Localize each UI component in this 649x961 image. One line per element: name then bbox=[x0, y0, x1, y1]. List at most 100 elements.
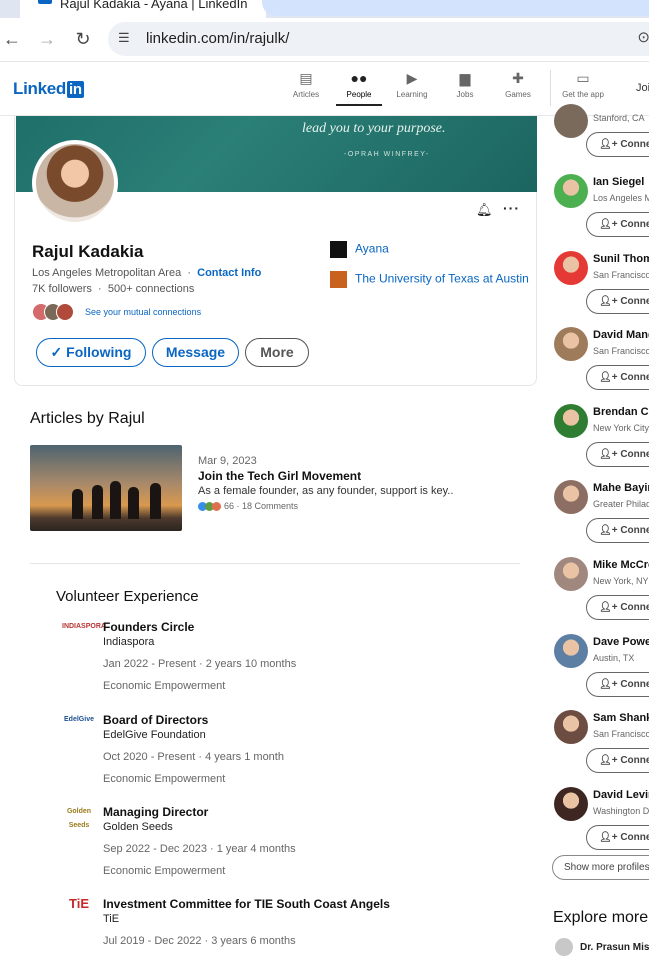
person-name[interactable]: Sunil Thoma bbox=[593, 253, 649, 265]
nav-people[interactable]: ●● People bbox=[332, 70, 386, 106]
person-location: New York, NY bbox=[593, 576, 649, 586]
avatar[interactable] bbox=[554, 327, 588, 362]
connect-label: Connect bbox=[620, 831, 649, 843]
person-name[interactable]: Brendan Ca bbox=[593, 406, 649, 418]
nav-label: Get the app bbox=[562, 90, 604, 99]
tab-title: Rajul Kadakia - Ayana | LinkedIn bbox=[60, 0, 248, 11]
show-more-profiles-button[interactable]: Show more profiles bbox=[552, 855, 649, 880]
connect-button[interactable]: 👤︎+ Connect bbox=[586, 132, 649, 157]
logo-text: Linked bbox=[13, 79, 66, 98]
connect-label: Connect bbox=[620, 219, 649, 230]
more-button[interactable]: More bbox=[245, 338, 309, 367]
tie-logo[interactable]: TiE bbox=[62, 897, 96, 925]
avatar[interactable] bbox=[554, 104, 588, 138]
org-ut-austin[interactable]: The University of Texas at Austin bbox=[330, 271, 529, 288]
connect-button[interactable]: 👤︎+ Connect bbox=[586, 595, 649, 620]
connect-button[interactable]: 👤︎+ Connect bbox=[586, 365, 649, 391]
org-ayana[interactable]: Ayana bbox=[330, 241, 389, 258]
silhouette bbox=[110, 481, 121, 519]
explore-person[interactable]: Dr. Prasun Mishr bbox=[555, 938, 649, 958]
person-name[interactable]: Mahe Bayire bbox=[593, 482, 649, 494]
volunteer-org: Golden Seeds bbox=[103, 821, 173, 833]
contact-info-link[interactable]: Contact Info bbox=[197, 267, 261, 279]
following-button[interactable]: ✓ Following bbox=[36, 338, 146, 367]
connect-label: Connect bbox=[620, 602, 649, 613]
avatar[interactable] bbox=[554, 480, 588, 515]
site-settings-icon[interactable]: ☰ bbox=[118, 30, 134, 46]
person-name[interactable]: Sam Shank bbox=[593, 712, 649, 724]
sidebar-person: Brendan Ca New York City 👤︎+ Connect bbox=[548, 400, 649, 477]
url-input[interactable]: ☰ linkedin.com/in/rajulk/ ⊙ bbox=[108, 22, 649, 56]
message-button[interactable]: Message bbox=[152, 338, 239, 367]
article-title[interactable]: Join the Tech Girl Movement bbox=[198, 469, 361, 483]
person-location: San Francisco bbox=[593, 729, 649, 740]
person-location: Stanford, CA bbox=[593, 113, 645, 123]
forward-arrow-icon[interactable]: → bbox=[35, 28, 59, 52]
avatar[interactable] bbox=[554, 786, 588, 821]
person-location: Los Angeles M bbox=[593, 193, 649, 203]
love-reaction-icon bbox=[212, 502, 221, 512]
article-thumbnail[interactable] bbox=[30, 445, 182, 531]
indiaspora-logo[interactable]: INDIASPORA bbox=[62, 620, 106, 648]
volunteer-cause: Economic Empowerment bbox=[103, 773, 226, 785]
nav-games[interactable]: ✚ Games bbox=[491, 70, 545, 99]
connect-button[interactable]: 👤︎+ Connect bbox=[586, 518, 649, 544]
lens-icon[interactable]: ⊙ bbox=[637, 28, 649, 46]
volunteer-role: Managing Director bbox=[103, 805, 209, 819]
connect-button[interactable]: 👤︎+ Connect bbox=[586, 288, 649, 314]
browser-tab[interactable]: Rajul Kadakia - Ayana | LinkedIn bbox=[20, 0, 266, 18]
silhouette bbox=[150, 483, 161, 519]
reload-icon[interactable]: ↻ bbox=[71, 28, 95, 52]
connections-count: 500+ connections bbox=[107, 283, 195, 295]
person-name[interactable]: Ian Siegel bbox=[593, 176, 644, 188]
avatar bbox=[555, 938, 573, 956]
new-tab-area[interactable] bbox=[262, 0, 649, 16]
url-text: linkedin.com/in/rajulk/ bbox=[146, 30, 290, 47]
nav-jobs[interactable]: ▆ Jobs bbox=[438, 70, 492, 99]
avatar[interactable] bbox=[554, 403, 588, 438]
edelgive-logo[interactable]: EdelGive bbox=[62, 713, 96, 741]
nav-label: People bbox=[346, 90, 372, 99]
nav-get-app[interactable]: ▭ Get the app bbox=[556, 70, 610, 99]
golden-seeds-logo[interactable]: Golden Seeds bbox=[62, 805, 96, 833]
nav-label: Articles bbox=[292, 90, 320, 99]
sidebar-person: David Mand San Francisco 👤︎+ Connect bbox=[548, 323, 649, 400]
profile-avatar[interactable] bbox=[32, 140, 118, 226]
connect-button[interactable]: 👤︎+ Connect bbox=[586, 441, 649, 467]
more-options-icon[interactable]: ··· bbox=[503, 200, 520, 216]
connect-label: Connect bbox=[620, 448, 649, 460]
person-name[interactable]: David Levin bbox=[593, 789, 649, 801]
article-reactions[interactable]: 66 · 18 Comments bbox=[198, 501, 298, 512]
connect-label: Connect bbox=[620, 525, 649, 537]
volunteer-role: Founders Circle bbox=[103, 620, 195, 634]
connect-label: Connect bbox=[620, 755, 649, 767]
avatar[interactable] bbox=[554, 174, 588, 208]
connect-button[interactable]: 👤︎+ Connect bbox=[586, 671, 649, 697]
connect-button[interactable]: 👤︎+ Connect bbox=[586, 824, 649, 850]
join-link[interactable]: Joi bbox=[636, 82, 649, 94]
sidebar-person: Dave Powel Austin, TX 👤︎+ Connect bbox=[548, 630, 649, 707]
person-name[interactable]: David Mand bbox=[593, 329, 649, 341]
article-description: As a female founder, as any founder, sup… bbox=[198, 485, 454, 497]
sidebar-person: Sam Shank San Francisco 👤︎+ Connect bbox=[548, 706, 649, 783]
sidebar-person: Sunil Thoma San Francisco 👤︎+ Connect bbox=[548, 247, 649, 324]
sidebar-person: Mike McCre New York, NY 👤︎+ Connect bbox=[548, 553, 649, 630]
connect-button[interactable]: 👤︎+ Connect bbox=[586, 212, 649, 237]
avatar[interactable] bbox=[554, 710, 588, 745]
person-name[interactable]: Mike McCre bbox=[593, 559, 649, 571]
mutual-connections-link[interactable]: See your mutual connections bbox=[85, 307, 201, 317]
back-arrow-icon[interactable]: ← bbox=[0, 28, 24, 52]
volunteer-dates: Jan 2022 - Present · 2 years 10 months bbox=[103, 658, 297, 670]
bell-icon[interactable]: 🔔︎ bbox=[476, 202, 493, 218]
avatar[interactable] bbox=[554, 250, 588, 285]
person-name[interactable]: Dave Powel bbox=[593, 636, 649, 648]
profile-card: lead you to your purpose. -OPRAH WINFREY… bbox=[14, 116, 537, 386]
article-date: Mar 9, 2023 bbox=[198, 455, 257, 467]
nav-learning[interactable]: ▶ Learning bbox=[385, 70, 439, 99]
avatar[interactable] bbox=[554, 557, 588, 591]
connect-button[interactable]: 👤︎+ Connect bbox=[586, 748, 649, 774]
games-icon: ✚ bbox=[512, 70, 524, 86]
avatar[interactable] bbox=[554, 633, 588, 668]
nav-articles[interactable]: ▤ Articles bbox=[279, 70, 333, 99]
linkedin-logo[interactable]: Linked in bbox=[13, 79, 84, 99]
